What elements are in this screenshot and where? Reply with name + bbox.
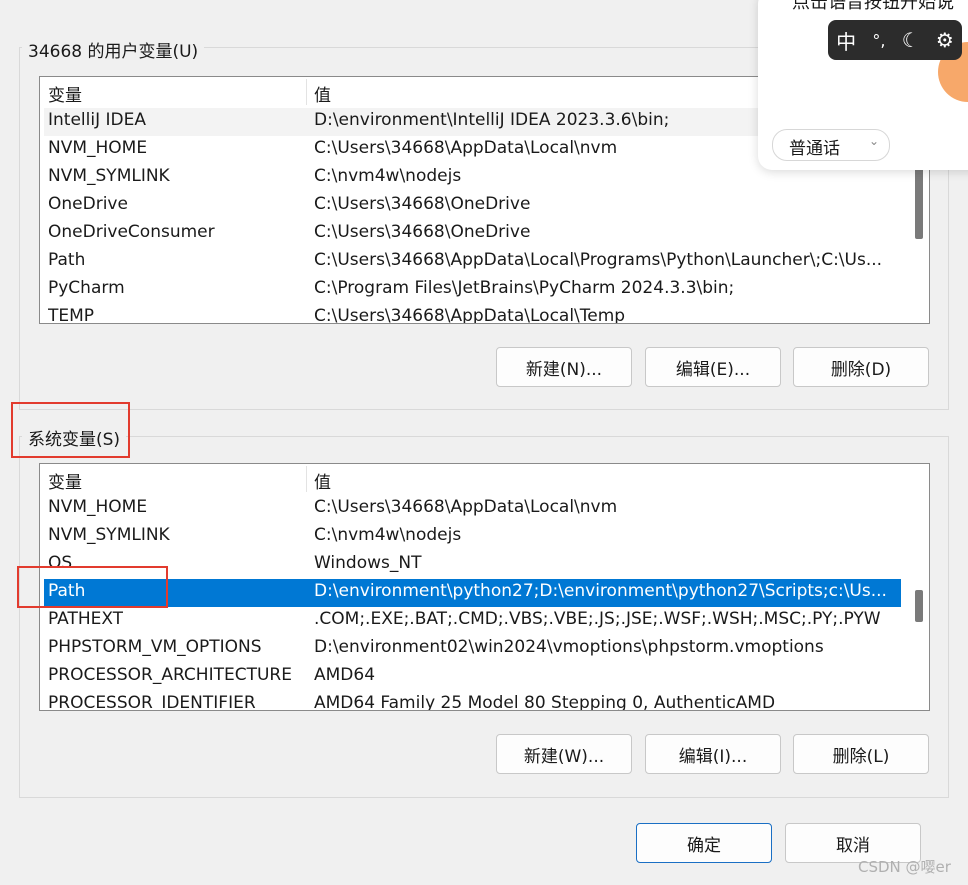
system-delete-button[interactable]: 删除(L) xyxy=(793,734,929,774)
user-edit-button[interactable]: 编辑(E)... xyxy=(645,347,781,387)
user-new-button[interactable]: 新建(N)... xyxy=(496,347,632,387)
variable-name-cell: NVM_SYMLINK xyxy=(48,525,170,545)
scrollbar-thumb[interactable] xyxy=(915,590,923,622)
variable-value-cell: C:\Users\34668\AppData\Local\nvm xyxy=(314,497,618,517)
scrollbar-thumb[interactable] xyxy=(915,167,923,239)
column-divider[interactable] xyxy=(306,466,307,492)
variable-name-cell: OneDrive xyxy=(48,194,128,214)
table-row[interactable]: Path D:\environment\python27;D:\environme… xyxy=(44,579,901,607)
variable-value-cell: .COM;.EXE;.BAT;.CMD;.VBS;.VBE;.JS;.JSE;.… xyxy=(314,609,881,629)
variable-name-cell: TEMP xyxy=(48,306,95,324)
variable-name-cell: PyCharm xyxy=(48,278,125,298)
variable-name-cell: NVM_HOME xyxy=(48,497,148,517)
column-header-variable[interactable]: 变量 xyxy=(48,468,82,493)
table-row[interactable]: OneDrive C:\Users\34668\OneDrive xyxy=(44,192,901,220)
path-row-highlight xyxy=(17,566,168,608)
table-row[interactable]: PyCharm C:\Program Files\JetBrains\PyChar… xyxy=(44,276,901,304)
moon-icon[interactable]: ☾ xyxy=(902,28,920,52)
punctuation-icon[interactable]: °, xyxy=(872,31,885,50)
variable-value-cell: Windows_NT xyxy=(314,553,422,573)
variable-name-cell: PROCESSOR_IDENTIFIER xyxy=(48,693,256,711)
user-delete-button[interactable]: 删除(D) xyxy=(793,347,929,387)
variable-name-cell: IntelliJ IDEA xyxy=(48,110,146,130)
variable-value-cell: C:\Users\34668\OneDrive xyxy=(314,194,531,214)
chevron-down-icon: ⌄ xyxy=(868,134,879,148)
variable-value-cell: D:\environment02\win2024\vmoptions\phpst… xyxy=(314,637,824,657)
variable-name-cell: Path xyxy=(48,250,86,270)
ime-toolbar: 中 °, ☾ ⚙ xyxy=(828,20,962,60)
column-header-value[interactable]: 值 xyxy=(314,81,331,106)
ok-button[interactable]: 确定 xyxy=(636,823,772,863)
variable-value-cell: AMD64 Family 25 Model 80 Stepping 0, Aut… xyxy=(314,693,776,711)
gear-icon[interactable]: ⚙ xyxy=(936,28,954,52)
variable-name-cell: PATHEXT xyxy=(48,609,124,629)
variable-value-cell: C:\Users\34668\AppData\Local\Programs\Py… xyxy=(314,250,883,270)
column-header-variable[interactable]: 变量 xyxy=(48,81,82,106)
user-variables-title: 34668 的用户变量(U) xyxy=(22,37,205,62)
variable-value-cell: D:\environment\python27;D:\environment\p… xyxy=(314,581,887,601)
table-row[interactable]: NVM_SYMLINK C:\nvm4w\nodejs xyxy=(44,523,901,551)
dialect-label: 普通话 xyxy=(789,139,840,159)
variable-value-cell: C:\Users\34668\AppData\Local\Temp xyxy=(314,306,626,324)
column-header-value[interactable]: 值 xyxy=(314,468,331,493)
variable-name-cell: NVM_SYMLINK xyxy=(48,166,170,186)
system-edit-button[interactable]: 编辑(I)... xyxy=(645,734,781,774)
ime-mode-toggle[interactable]: 中 xyxy=(836,26,856,55)
column-divider[interactable] xyxy=(306,79,307,105)
table-row[interactable]: PROCESSOR_IDENTIFIER AMD64 Family 25 Mode… xyxy=(44,691,901,711)
variable-value-cell: C:\Program Files\JetBrains\PyCharm 2024.… xyxy=(314,278,735,298)
table-row[interactable]: NVM_HOME C:\Users\34668\AppData\Local\nvm xyxy=(44,495,901,523)
table-row[interactable]: Path C:\Users\34668\AppData\Local\Program… xyxy=(44,248,901,276)
variable-value-cell: AMD64 xyxy=(314,665,376,685)
system-variables-highlight xyxy=(11,402,130,458)
system-variables-list[interactable]: 变量 值 NVM_HOME C:\Users\34668\AppData\Loca… xyxy=(39,463,930,711)
variable-value-cell: C:\Users\34668\OneDrive xyxy=(314,222,531,242)
watermark: CSDN @嘤er xyxy=(858,858,951,876)
system-new-button[interactable]: 新建(W)... xyxy=(496,734,632,774)
table-row[interactable]: TEMP C:\Users\34668\AppData\Local\Temp xyxy=(44,304,901,324)
ime-voice-prompt: 点击语音按钮开始说 xyxy=(792,0,954,13)
variable-value-cell: C:\nvm4w\nodejs xyxy=(314,525,462,545)
table-row[interactable]: OS Windows_NT xyxy=(44,551,901,579)
vertical-scrollbar[interactable] xyxy=(913,494,923,710)
table-row[interactable]: PHPSTORM_VM_OPTIONS D:\environment02\win2… xyxy=(44,635,901,663)
list-header: 变量 值 xyxy=(40,464,903,494)
variable-name-cell: PROCESSOR_ARCHITECTURE xyxy=(48,665,292,685)
dialect-select[interactable]: 普通话 ⌄ xyxy=(772,129,890,161)
table-row[interactable]: PATHEXT .COM;.EXE;.BAT;.CMD;.VBS;.VBE;.JS… xyxy=(44,607,901,635)
table-row[interactable]: PROCESSOR_ARCHITECTURE AMD64 xyxy=(44,663,901,691)
table-row[interactable]: OneDriveConsumer C:\Users\34668\OneDrive xyxy=(44,220,901,248)
variable-name-cell: NVM_HOME xyxy=(48,138,148,158)
variable-name-cell: PHPSTORM_VM_OPTIONS xyxy=(48,637,262,657)
variable-name-cell: OneDriveConsumer xyxy=(48,222,215,242)
